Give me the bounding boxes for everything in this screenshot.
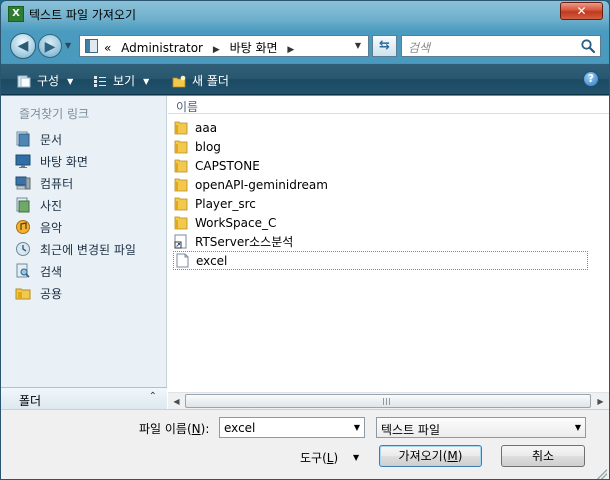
chevron-down-icon: ▼ bbox=[143, 77, 150, 86]
dialog-footer: 파일 이름(N): excel ▼ 텍스트 파일 ▼ 도구(L) ▼ 가져오기(… bbox=[1, 409, 609, 479]
views-icon bbox=[94, 76, 106, 87]
scrollbar-thumb[interactable] bbox=[185, 394, 591, 408]
file-row-capstone[interactable]: CAPSTONE bbox=[173, 156, 593, 175]
sidebar-item-search[interactable]: 검색 bbox=[15, 260, 165, 282]
file-name-combobox[interactable]: excel ▼ bbox=[219, 417, 365, 438]
chevron-up-icon: ⌃ bbox=[148, 391, 157, 402]
breadcrumb-separator-icon[interactable]: ▶ bbox=[213, 45, 220, 55]
music-icon bbox=[16, 220, 30, 234]
breadcrumb-overflow[interactable]: « bbox=[104, 41, 111, 55]
tools-chevron-down-icon[interactable]: ▼ bbox=[353, 453, 359, 462]
sidebar-item-public[interactable]: 공용 bbox=[15, 282, 165, 304]
search-input[interactable]: 검색 bbox=[401, 35, 601, 57]
search-placeholder: 검색 bbox=[408, 41, 431, 55]
resize-grip-icon[interactable] bbox=[597, 469, 607, 479]
content-area: 즐겨찾기 링크 문서 바탕 화면 컴퓨터 사진 음악 최근에 변경된 파일 검색… bbox=[1, 96, 609, 409]
favorite-links-list: 문서 바탕 화면 컴퓨터 사진 음악 최근에 변경된 파일 검색 공용 bbox=[15, 128, 165, 304]
address-dropdown-icon[interactable]: ▼ bbox=[350, 38, 366, 54]
desktop-icon bbox=[15, 154, 31, 168]
breadcrumb-separator-icon[interactable]: ▶ bbox=[287, 45, 294, 55]
file-row-openapi-geminidream[interactable]: openAPI-geminidream bbox=[173, 175, 593, 194]
file-row-excel[interactable]: excel bbox=[173, 251, 588, 270]
views-menu-button[interactable]: 보기 ▼ bbox=[93, 72, 149, 89]
navigation-bar: ◀ ▶ ▼ « Administrator ▶ 바탕 화면 ▶ ▼ ⇆ 검색 bbox=[1, 29, 609, 61]
folder-icon bbox=[174, 159, 188, 173]
file-row-aaa[interactable]: aaa bbox=[173, 118, 593, 137]
excel-app-icon: X bbox=[8, 6, 24, 22]
folder-icon bbox=[174, 140, 188, 154]
refresh-button[interactable]: ⇆ bbox=[372, 35, 397, 57]
file-type-value: 텍스트 파일 bbox=[381, 423, 441, 437]
shortcut-icon bbox=[174, 234, 187, 249]
address-bar[interactable]: « Administrator ▶ 바탕 화면 ▶ ▼ bbox=[79, 35, 369, 57]
scroll-left-icon[interactable]: ◀ bbox=[168, 393, 185, 410]
breadcrumb-administrator[interactable]: Administrator bbox=[121, 41, 203, 55]
column-header-name[interactable]: 이름 bbox=[168, 96, 609, 114]
breadcrumb: « Administrator ▶ 바탕 화면 ▶ bbox=[104, 39, 300, 56]
command-toolbar: 구성 ▼ 보기 ▼ 새 폴더 ? bbox=[1, 63, 609, 95]
cancel-button[interactable]: 취소 bbox=[501, 445, 585, 467]
recent-pages-dropdown-icon[interactable]: ▼ bbox=[65, 41, 71, 50]
scroll-right-icon[interactable]: ▶ bbox=[592, 393, 609, 410]
file-row-workspace-c[interactable]: WorkSpace_C bbox=[173, 213, 593, 232]
folders-toggle[interactable]: 폴더 ⌃ bbox=[1, 387, 167, 409]
organize-menu-button[interactable]: 구성 ▼ bbox=[17, 72, 73, 89]
file-row-player-src[interactable]: Player_src bbox=[173, 194, 593, 213]
public-icon bbox=[15, 288, 31, 300]
new-folder-button[interactable]: 새 폴더 bbox=[172, 72, 229, 89]
open-button[interactable]: 가져오기(M) bbox=[379, 445, 482, 467]
folder-icon bbox=[174, 197, 188, 211]
file-type-select[interactable]: 텍스트 파일 ▼ bbox=[376, 417, 586, 438]
folder-icon bbox=[174, 178, 188, 192]
file-name-value[interactable]: excel bbox=[224, 421, 255, 435]
import-text-file-dialog: X 텍스트 파일 가져오기 ✕ ◀ ▶ ▼ « Administrator ▶ … bbox=[0, 0, 610, 480]
file-name-label: 파일 이름(N): bbox=[139, 422, 210, 436]
sidebar-item-documents[interactable]: 문서 bbox=[15, 128, 165, 150]
grip-icon bbox=[383, 398, 392, 405]
new-folder-icon bbox=[172, 75, 186, 88]
chevron-down-icon: ▼ bbox=[67, 77, 74, 86]
folder-icon bbox=[174, 121, 188, 135]
navigation-pane: 즐겨찾기 링크 문서 바탕 화면 컴퓨터 사진 음악 최근에 변경된 파일 검색… bbox=[1, 96, 167, 409]
documents-icon bbox=[16, 131, 30, 147]
breadcrumb-desktop[interactable]: 바탕 화면 bbox=[230, 41, 278, 55]
organize-label: 구성 bbox=[37, 74, 60, 88]
new-folder-label: 새 폴더 bbox=[192, 74, 229, 88]
recent-icon bbox=[16, 242, 30, 256]
file-list-pane: 이름 aaa blog CAPSTONE openAPI-geminidream… bbox=[168, 96, 609, 409]
search-folder-icon bbox=[16, 263, 30, 278]
tools-menu-button[interactable]: 도구(L) bbox=[300, 449, 338, 466]
forward-button[interactable]: ▶ bbox=[38, 34, 62, 58]
window-title: 텍스트 파일 가져오기 bbox=[29, 8, 136, 22]
search-icon[interactable] bbox=[580, 38, 596, 54]
sidebar-item-recent[interactable]: 최근에 변경된 파일 bbox=[15, 238, 165, 260]
views-label: 보기 bbox=[113, 74, 136, 88]
title-bar[interactable]: X 텍스트 파일 가져오기 ✕ bbox=[1, 1, 609, 27]
sidebar-item-computer[interactable]: 컴퓨터 bbox=[15, 172, 165, 194]
sidebar-item-pictures[interactable]: 사진 bbox=[15, 194, 165, 216]
close-button[interactable]: ✕ bbox=[560, 2, 603, 20]
file-row-rtserver[interactable]: RTServer소스분석 bbox=[173, 232, 593, 251]
folder-icon bbox=[174, 216, 188, 230]
organize-icon bbox=[17, 75, 31, 88]
help-button[interactable]: ? bbox=[583, 71, 599, 87]
horizontal-scrollbar[interactable]: ◀ ▶ bbox=[168, 392, 609, 409]
file-row-blog[interactable]: blog bbox=[173, 137, 593, 156]
chevron-down-icon[interactable]: ▼ bbox=[354, 423, 360, 432]
sidebar-item-music[interactable]: 음악 bbox=[15, 216, 165, 238]
favorite-links-header: 즐겨찾기 링크 bbox=[19, 107, 90, 121]
file-list: aaa blog CAPSTONE openAPI-geminidream Pl… bbox=[173, 118, 593, 270]
chevron-down-icon[interactable]: ▼ bbox=[575, 423, 581, 432]
computer-icon bbox=[15, 176, 31, 190]
text-file-icon bbox=[176, 253, 189, 268]
pictures-icon bbox=[16, 197, 30, 213]
back-button[interactable]: ◀ bbox=[10, 33, 36, 59]
sidebar-item-desktop[interactable]: 바탕 화면 bbox=[15, 150, 165, 172]
folder-view-icon bbox=[85, 39, 98, 53]
folders-label: 폴더 bbox=[19, 394, 42, 408]
